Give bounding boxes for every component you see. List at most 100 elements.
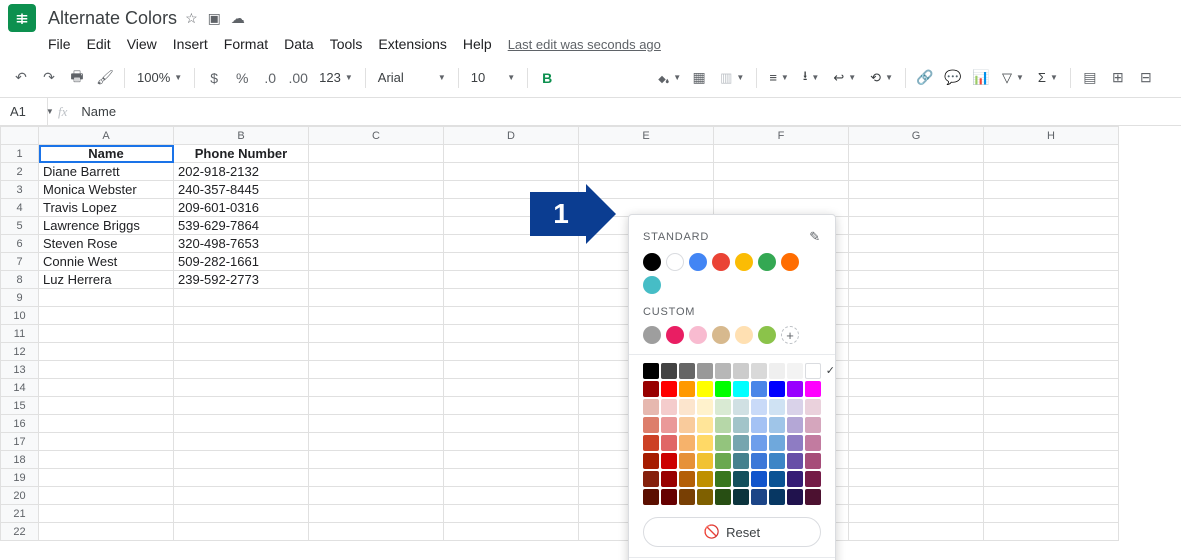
- cell[interactable]: Travis Lopez: [39, 199, 174, 217]
- format-preset-dropdown[interactable]: 123▼: [313, 65, 359, 91]
- cell[interactable]: Phone Number: [174, 145, 309, 163]
- cell[interactable]: [444, 343, 579, 361]
- cell[interactable]: [984, 523, 1119, 541]
- cell[interactable]: [444, 289, 579, 307]
- cell[interactable]: 202-918-2132: [174, 163, 309, 181]
- cell[interactable]: [984, 361, 1119, 379]
- cell[interactable]: [309, 325, 444, 343]
- cell[interactable]: [39, 469, 174, 487]
- cell[interactable]: [849, 271, 984, 289]
- cell[interactable]: 239-592-2773: [174, 271, 309, 289]
- color-swatch[interactable]: [661, 399, 677, 415]
- cell[interactable]: [579, 145, 714, 163]
- toolbar-extra-2[interactable]: ⊞: [1105, 65, 1131, 91]
- cell[interactable]: [39, 505, 174, 523]
- cell[interactable]: [714, 163, 849, 181]
- cell[interactable]: [984, 469, 1119, 487]
- halign-dropdown[interactable]: ≡▼: [763, 65, 795, 91]
- cell[interactable]: [444, 523, 579, 541]
- row-header[interactable]: 5: [1, 217, 39, 235]
- row-header[interactable]: 1: [1, 145, 39, 163]
- color-swatch[interactable]: [643, 253, 661, 271]
- decrease-decimal-button[interactable]: .0: [257, 65, 283, 91]
- color-swatch[interactable]: [787, 453, 803, 469]
- cell[interactable]: Luz Herrera: [39, 271, 174, 289]
- add-custom-color-button[interactable]: +: [781, 326, 799, 344]
- cell[interactable]: [984, 253, 1119, 271]
- color-swatch[interactable]: [751, 489, 767, 505]
- row-header[interactable]: 2: [1, 163, 39, 181]
- cell[interactable]: [984, 433, 1119, 451]
- color-swatch[interactable]: [661, 363, 677, 379]
- chart-button[interactable]: 📊: [968, 65, 994, 91]
- valign-dropdown[interactable]: ⭳▼: [797, 65, 825, 91]
- color-swatch[interactable]: [661, 471, 677, 487]
- toolbar-extra-3[interactable]: ⊟: [1133, 65, 1159, 91]
- color-swatch[interactable]: [661, 417, 677, 433]
- cell[interactable]: 320-498-7653: [174, 235, 309, 253]
- cell[interactable]: [309, 451, 444, 469]
- column-header[interactable]: D: [444, 127, 579, 145]
- cell[interactable]: [39, 307, 174, 325]
- cell[interactable]: [309, 469, 444, 487]
- cell[interactable]: [39, 289, 174, 307]
- menu-help[interactable]: Help: [463, 36, 492, 52]
- color-swatch[interactable]: [715, 489, 731, 505]
- functions-dropdown[interactable]: Σ▼: [1032, 65, 1064, 91]
- cell[interactable]: [174, 523, 309, 541]
- cell[interactable]: [174, 505, 309, 523]
- color-swatch[interactable]: [643, 326, 661, 344]
- color-swatch[interactable]: [805, 471, 821, 487]
- cell[interactable]: [849, 415, 984, 433]
- cell[interactable]: Connie West: [39, 253, 174, 271]
- cell[interactable]: [444, 469, 579, 487]
- cell[interactable]: [174, 397, 309, 415]
- cell[interactable]: [174, 451, 309, 469]
- color-swatch[interactable]: [697, 489, 713, 505]
- cell[interactable]: [849, 451, 984, 469]
- color-swatch[interactable]: [697, 399, 713, 415]
- name-box[interactable]: A1▼: [0, 98, 48, 125]
- cell[interactable]: [309, 523, 444, 541]
- color-swatch[interactable]: [697, 471, 713, 487]
- undo-button[interactable]: ↶: [8, 65, 34, 91]
- row-header[interactable]: 15: [1, 397, 39, 415]
- color-swatch[interactable]: [787, 399, 803, 415]
- color-swatch[interactable]: [758, 253, 776, 271]
- color-swatch[interactable]: [769, 399, 785, 415]
- color-swatch[interactable]: [733, 471, 749, 487]
- color-swatch[interactable]: [697, 363, 713, 379]
- color-swatch[interactable]: [751, 399, 767, 415]
- color-swatch[interactable]: [666, 326, 684, 344]
- comment-button[interactable]: 💬: [940, 65, 966, 91]
- color-swatch[interactable]: [679, 399, 695, 415]
- color-swatch[interactable]: [805, 363, 821, 379]
- cell[interactable]: [849, 361, 984, 379]
- cloud-icon[interactable]: ☁: [231, 10, 245, 27]
- cell[interactable]: [984, 235, 1119, 253]
- color-swatch[interactable]: [697, 453, 713, 469]
- color-swatch[interactable]: [805, 489, 821, 505]
- color-swatch[interactable]: [643, 471, 659, 487]
- color-swatch[interactable]: [712, 326, 730, 344]
- print-button[interactable]: 🖶: [64, 65, 90, 91]
- column-header[interactable]: E: [579, 127, 714, 145]
- cell[interactable]: [309, 235, 444, 253]
- color-swatch[interactable]: [781, 253, 799, 271]
- color-swatch[interactable]: [769, 417, 785, 433]
- row-header[interactable]: 6: [1, 235, 39, 253]
- cell[interactable]: [984, 217, 1119, 235]
- cell[interactable]: [984, 397, 1119, 415]
- color-swatch[interactable]: [643, 276, 661, 294]
- rotate-dropdown[interactable]: ⟲▼: [864, 65, 899, 91]
- cell[interactable]: [849, 253, 984, 271]
- cell[interactable]: [444, 505, 579, 523]
- color-swatch[interactable]: [751, 363, 767, 379]
- cell[interactable]: [984, 487, 1119, 505]
- color-swatch[interactable]: [733, 381, 749, 397]
- cell[interactable]: [849, 397, 984, 415]
- row-header[interactable]: 4: [1, 199, 39, 217]
- cell[interactable]: [444, 451, 579, 469]
- color-swatch[interactable]: [769, 489, 785, 505]
- cell[interactable]: Lawrence Briggs: [39, 217, 174, 235]
